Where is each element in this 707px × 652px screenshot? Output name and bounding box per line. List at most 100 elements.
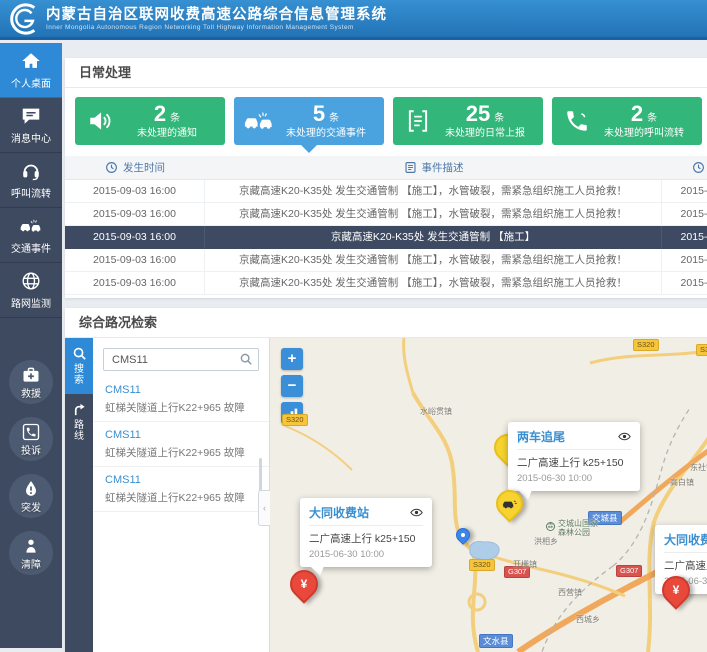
tab-label: 路线 bbox=[73, 420, 85, 442]
map-zoom-out-button[interactable]: − bbox=[281, 375, 303, 397]
road-panel-title: 综合路况检索 bbox=[65, 308, 707, 338]
result-name: CMS11 bbox=[105, 474, 257, 486]
table-row[interactable]: 2015-09-03 16:00 京藏高速K20-K35处 发生交通管制 【施工… bbox=[65, 180, 707, 203]
event-table-header: 发生时间 事件描述 上报时间 bbox=[65, 156, 707, 180]
sidebar-item-network-monitor[interactable]: 路网监测 bbox=[0, 263, 62, 318]
cell-description: 京藏高速K20-K35处 发生交通管制 【施工】，水管破裂，需紧急组织施工人员抢… bbox=[205, 272, 662, 294]
result-desc: 虹梯关隧道上行K22+965 故障 bbox=[105, 445, 257, 460]
search-icon[interactable] bbox=[239, 352, 253, 366]
app: { "colors": { "header_blue": "#2d7fc0", … bbox=[0, 0, 707, 648]
droplet-alert-icon bbox=[21, 479, 41, 499]
card-label: 未处理的日常上报 bbox=[435, 129, 535, 139]
popup-location: 二广高速上行 k25+150 bbox=[309, 531, 423, 546]
map-label: 水峪贯镇 bbox=[420, 406, 452, 417]
map-zoom-in-button[interactable]: + bbox=[281, 348, 303, 370]
map-label: 交城山国家森林公园 bbox=[558, 519, 604, 537]
report-list-icon bbox=[401, 108, 435, 134]
search-result-item[interactable]: CMS11 虹梯关隧道上行K22+965 故障 bbox=[93, 377, 269, 422]
phone-box-icon bbox=[21, 422, 41, 442]
table-row[interactable]: 2015-09-03 16:00 京藏高速K20-K35处 发生交通管制 【施工… bbox=[65, 249, 707, 272]
map-canvas[interactable]: + − S320 S320 S320 S320 G307 G307 交城县 文水… bbox=[270, 338, 707, 652]
sidebar-item-label: 消息中心 bbox=[11, 130, 51, 145]
emergency-label: 突发 bbox=[9, 499, 53, 514]
card-unhandled-call-transfers[interactable]: 2条 未处理的呼叫流转 bbox=[552, 97, 702, 145]
sidebar-item-desktop[interactable]: 个人桌面 bbox=[0, 43, 62, 98]
car-collision-icon bbox=[20, 215, 42, 237]
column-header-report-time[interactable]: 上报时间 bbox=[662, 156, 707, 179]
complaint-label: 投诉 bbox=[9, 442, 53, 457]
speaker-icon bbox=[83, 108, 117, 134]
clearance-label: 清障 bbox=[9, 556, 53, 571]
road-panel-body: 搜索 路线 CMS11 虹梯关隧道上行K22+965 故障 CMS11 虹梯关隧… bbox=[65, 338, 707, 652]
cell-report-time: 2015-09-03 16:00 bbox=[662, 249, 707, 271]
card-label: 未处理的通知 bbox=[117, 129, 217, 139]
stat-cards: 2条 未处理的通知 5条 未处理的交通事件 25条 未处理的日常上报 bbox=[65, 88, 707, 145]
sidebar-item-messages[interactable]: 消息中心 bbox=[0, 98, 62, 153]
rescue-button[interactable]: 救援 bbox=[9, 360, 53, 404]
card-value: 2 bbox=[154, 101, 166, 126]
rescue-label: 救援 bbox=[9, 385, 53, 400]
search-result-item[interactable]: CMS11 虹梯关隧道上行K22+965 故障 bbox=[93, 422, 269, 467]
road-condition-panel: 综合路况检索 搜索 路线 CMS11 虹梯关隧道上行K22+965 故障 bbox=[65, 308, 707, 652]
card-unit: 条 bbox=[494, 113, 504, 124]
table-row[interactable]: 2015-09-03 16:00 京藏高速K20-K35处 发生交通管制 【施工… bbox=[65, 203, 707, 226]
popup-location: 二广高速上行 k25+150 bbox=[517, 455, 631, 470]
selected-card-pointer bbox=[301, 145, 317, 153]
worker-icon bbox=[21, 536, 41, 556]
result-desc: 虹梯关隧道上行K22+965 故障 bbox=[105, 490, 257, 505]
map-roads-layer bbox=[270, 338, 707, 652]
pin-dot bbox=[457, 529, 469, 541]
emergency-button[interactable]: 突发 bbox=[9, 474, 53, 518]
cell-description: 京藏高速K20-K35处 发生交通管制 【施工】，水管破裂，需紧急组织施工人员抢… bbox=[205, 180, 662, 202]
complaint-button[interactable]: 投诉 bbox=[9, 417, 53, 461]
road-badge: S320 bbox=[696, 344, 707, 356]
card-unhandled-traffic-events[interactable]: 5条 未处理的交通事件 bbox=[234, 97, 384, 145]
card-text: 2条 未处理的呼叫流转 bbox=[594, 103, 694, 139]
card-unit: 条 bbox=[329, 113, 339, 124]
clock-icon bbox=[105, 161, 118, 174]
search-result-item[interactable]: CMS11 虹梯关隧道上行K22+965 故障 bbox=[93, 467, 269, 512]
map-popup-rear-end: 两车追尾 二广高速上行 k25+150 2015-06-30 10:00 bbox=[508, 422, 640, 491]
cell-report-time: 2015-09-03 16:00 bbox=[662, 226, 707, 249]
app-header: 内蒙古自治区联网收费高速公路综合信息管理系统 Inner Mongolia Au… bbox=[0, 0, 707, 40]
cell-time: 2015-09-03 16:00 bbox=[65, 249, 205, 271]
road-badge: S320 bbox=[469, 559, 495, 571]
cell-time: 2015-09-03 16:00 bbox=[65, 226, 205, 249]
yuan-symbol: ¥ bbox=[664, 578, 688, 602]
card-label: 未处理的呼叫流转 bbox=[594, 129, 694, 139]
tab-route[interactable]: 路线 bbox=[65, 394, 93, 450]
card-text: 5条 未处理的交通事件 bbox=[276, 103, 376, 139]
cell-description: 京藏高速K20-K35处 发生交通管制 【施工】，水管破裂，需紧急组织施工人员抢… bbox=[205, 249, 662, 271]
table-row-selected[interactable]: 2015-09-03 16:00 京藏高速K20-K35处 发生交通管制 【施工… bbox=[65, 226, 707, 249]
popup-time: 2015-06-30 10:00 bbox=[517, 473, 631, 484]
search-input[interactable] bbox=[103, 348, 259, 371]
map-popup-toll-station: 大同收费站 二广高速上行 k25+150 2015-06-30 10:00 bbox=[300, 498, 432, 567]
card-unhandled-notices[interactable]: 2条 未处理的通知 bbox=[75, 97, 225, 145]
sidebar-item-call-transfer[interactable]: 呼叫流转 bbox=[0, 153, 62, 208]
column-header-time[interactable]: 发生时间 bbox=[65, 156, 205, 179]
eye-icon[interactable] bbox=[618, 432, 631, 441]
yuan-symbol: ¥ bbox=[292, 572, 316, 596]
search-icon bbox=[72, 346, 87, 361]
county-badge: 文水县 bbox=[479, 634, 513, 648]
collapse-panel-handle[interactable]: ‹ bbox=[258, 490, 270, 526]
cell-time: 2015-09-03 16:00 bbox=[65, 272, 205, 294]
globe-icon bbox=[20, 270, 42, 292]
tab-search[interactable]: 搜索 bbox=[65, 338, 93, 394]
card-value: 2 bbox=[631, 101, 643, 126]
phone-icon bbox=[560, 108, 594, 134]
search-results-panel: CMS11 虹梯关隧道上行K22+965 故障 CMS11 虹梯关隧道上行K22… bbox=[93, 338, 270, 652]
clearance-button[interactable]: 清障 bbox=[9, 531, 53, 575]
popup-location: 二广高速上行 k25+150 bbox=[664, 558, 707, 573]
column-label: 事件描述 bbox=[422, 156, 464, 179]
sidebar-item-traffic-events[interactable]: 交通事件 bbox=[0, 208, 62, 263]
card-unhandled-daily-reports[interactable]: 25 条 未处理的日常上报 bbox=[393, 97, 543, 145]
result-name: CMS11 bbox=[105, 429, 257, 441]
sidebar-quick-actions: 救援 投诉 突发 清障 bbox=[0, 360, 62, 575]
app-title: 内蒙古自治区联网收费高速公路综合信息管理系统 bbox=[46, 7, 387, 23]
route-arrow-icon bbox=[72, 402, 87, 417]
table-row[interactable]: 2015-09-03 16:00 京藏高速K20-K35处 发生交通管制 【施工… bbox=[65, 272, 707, 295]
card-value: 25 bbox=[466, 101, 490, 126]
column-header-description[interactable]: 事件描述 bbox=[205, 156, 662, 179]
eye-icon[interactable] bbox=[410, 508, 423, 517]
